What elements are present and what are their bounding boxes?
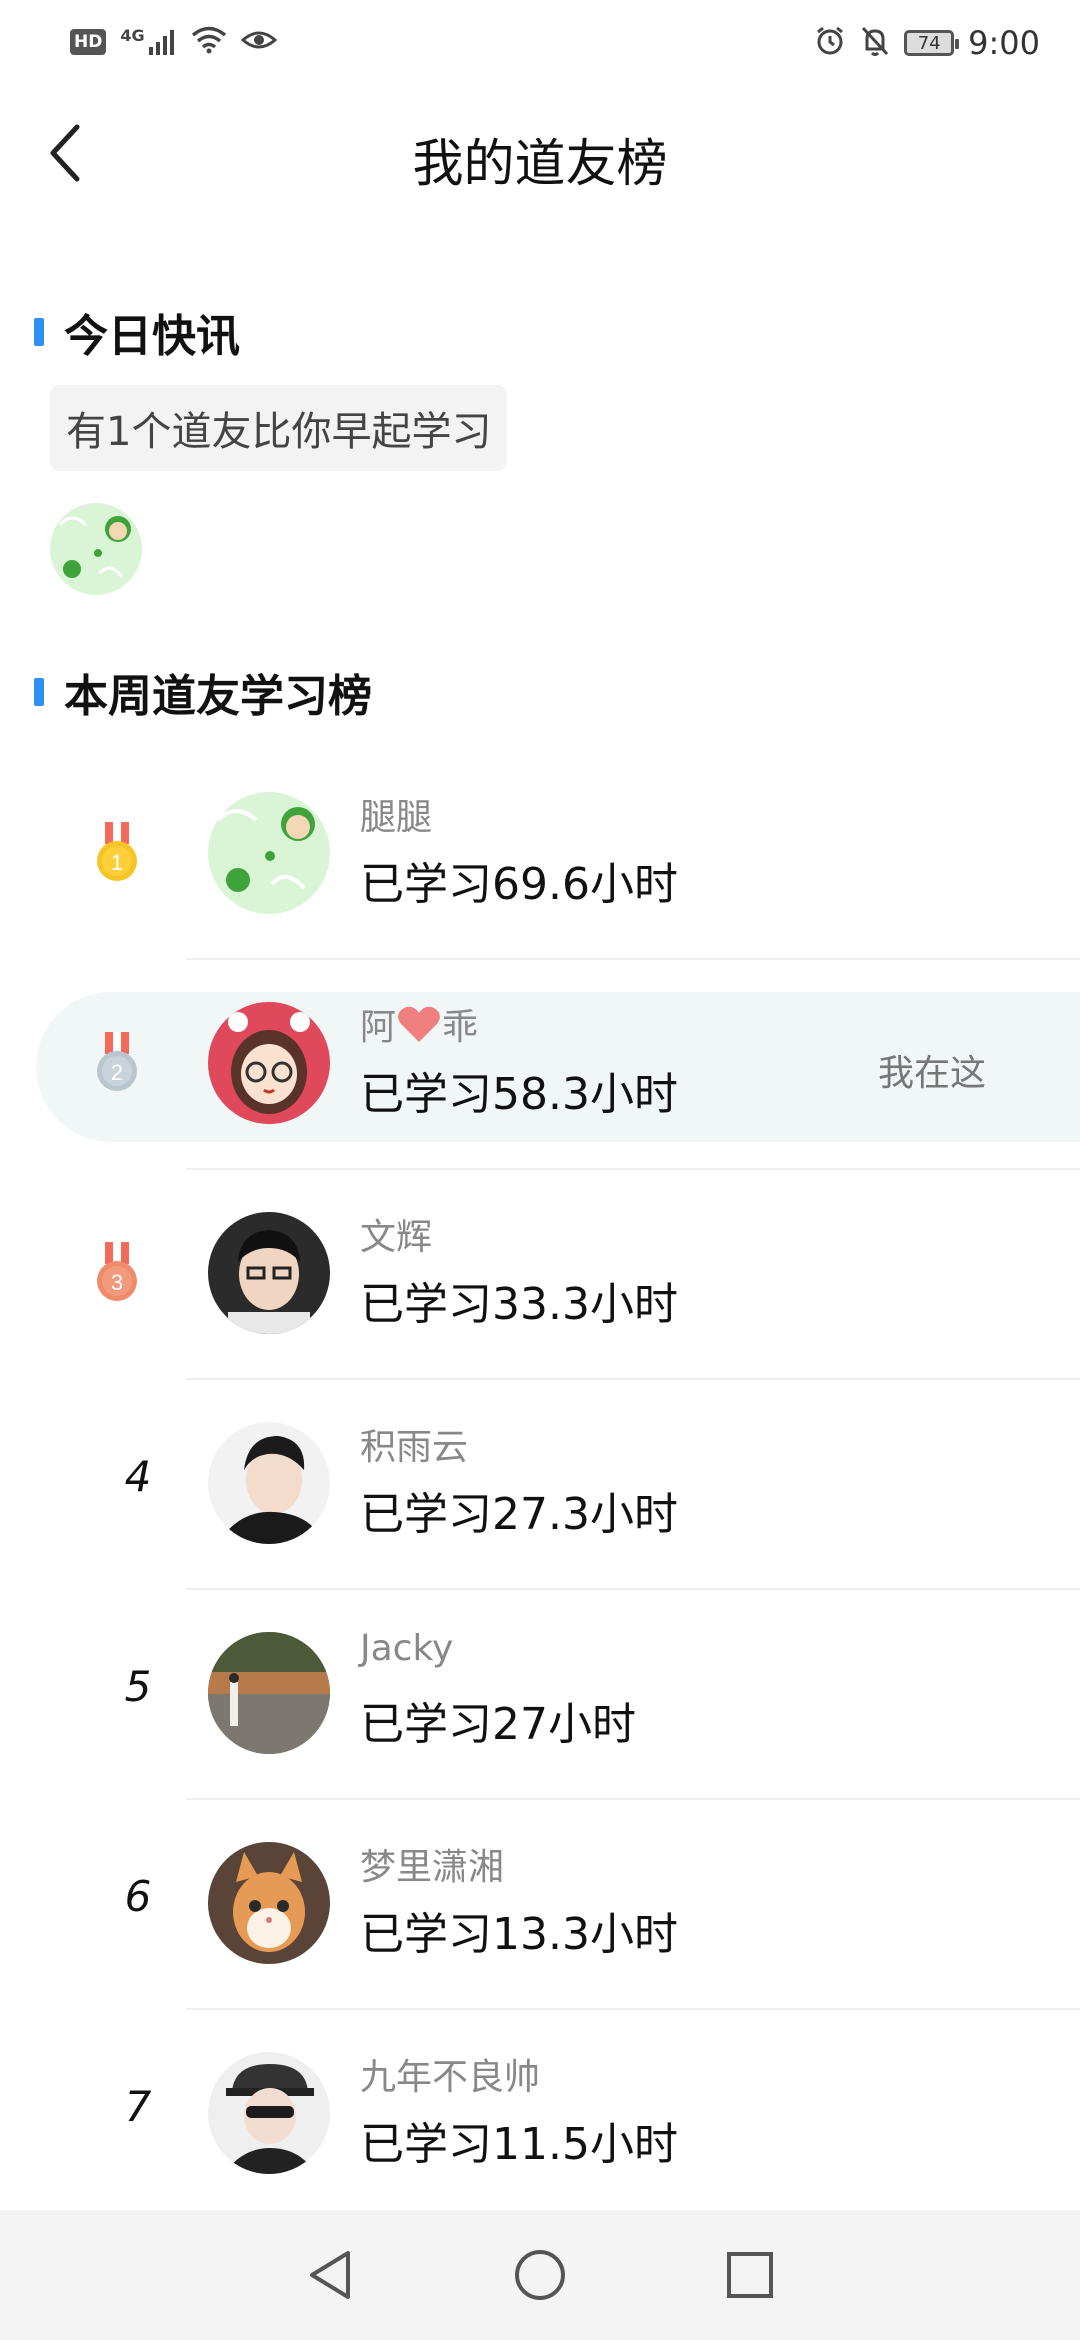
rank-number: 6 xyxy=(124,1872,152,1921)
list-item[interactable]: 5 Jacky 已学习27小时 xyxy=(0,1590,1080,1800)
study-time: 已学习27小时 xyxy=(360,1699,636,1750)
section-accent-bar xyxy=(34,678,44,706)
eye-icon xyxy=(240,26,277,58)
rank-number: 4 xyxy=(124,1452,152,1501)
header: 我的道友榜 xyxy=(0,100,1080,210)
study-time: 已学习11.5小时 xyxy=(360,2119,678,2170)
square-recent-icon xyxy=(727,2252,773,2298)
study-time: 已学习33.3小时 xyxy=(360,1279,678,1330)
page-title: 我的道友榜 xyxy=(412,135,668,194)
nav-home-button[interactable] xyxy=(510,2245,570,2305)
avatar[interactable] xyxy=(208,1002,330,1124)
medal-rank: 2 xyxy=(111,1060,123,1085)
medal-rank: 3 xyxy=(111,1270,123,1295)
user-name-prefix: 阿 xyxy=(360,1007,397,1048)
silver-medal-icon: 2 xyxy=(97,1032,137,1091)
list-item[interactable]: 1 腿腿 已学习69.6小时 xyxy=(0,750,1080,960)
battery-icon: 74 xyxy=(904,30,960,56)
news-section-title: 今日快讯 xyxy=(34,300,240,364)
avatar[interactable] xyxy=(208,1842,330,1964)
wifi-icon xyxy=(191,26,227,58)
hd-badge: HD xyxy=(70,29,107,55)
list-item[interactable]: 3 文辉 已学习33.3小时 xyxy=(0,1170,1080,1380)
study-time: 已学习13.3小时 xyxy=(360,1909,678,1960)
bronze-medal-icon: 3 xyxy=(97,1242,137,1301)
alarm-icon xyxy=(814,25,846,61)
user-name: 腿腿 xyxy=(360,797,433,838)
user-name: 积雨云 xyxy=(360,1427,469,1468)
avatar[interactable] xyxy=(208,2052,330,2174)
user-name: 九年不良帅 xyxy=(360,2057,541,2098)
rank-number: 5 xyxy=(124,1662,152,1711)
avatar[interactable] xyxy=(208,1212,330,1334)
rank-number: 7 xyxy=(124,2082,152,2131)
news-message: 有1个道友比你早起学习 xyxy=(50,385,508,471)
ranking-section-title: 本周道友学习榜 xyxy=(34,660,372,724)
signal-icon: 4G xyxy=(120,26,176,55)
status-bar: HD 4G 74 9:00 xyxy=(0,0,1080,90)
system-nav-bar xyxy=(0,2210,1080,2340)
mute-bell-icon xyxy=(860,25,890,61)
study-time: 已学习27.3小时 xyxy=(360,1489,678,1540)
avatar[interactable] xyxy=(208,1632,330,1754)
list-item[interactable]: 7 九年不良帅 已学习11.5小时 xyxy=(0,2010,1080,2220)
triangle-back-icon xyxy=(310,2251,350,2299)
list-item[interactable]: 4 积雨云 已学习27.3小时 xyxy=(0,1380,1080,1590)
nav-back-button[interactable] xyxy=(300,2245,360,2305)
heart-icon xyxy=(398,1006,440,1042)
network-label: 4G xyxy=(120,26,145,45)
user-name: Jacky xyxy=(360,1628,454,1669)
user-name: 梦里潇湘 xyxy=(360,1847,505,1888)
user-name: 阿 乖 xyxy=(360,998,478,1050)
me-label: 我在这 xyxy=(877,1053,986,1094)
list-item[interactable]: 6 梦里潇湘 已学习13.3小时 xyxy=(0,1800,1080,2010)
medal-rank: 1 xyxy=(111,850,123,875)
gold-medal-icon: 1 xyxy=(97,822,137,881)
clock: 9:00 xyxy=(968,24,1040,62)
list-item-me[interactable]: 2 阿 乖 已学习58.3小时 我在这 xyxy=(0,960,1080,1170)
avatar[interactable] xyxy=(208,1422,330,1544)
study-time: 已学习58.3小时 xyxy=(360,1069,678,1120)
circle-home-icon xyxy=(515,2250,565,2300)
nav-recent-button[interactable] xyxy=(720,2245,780,2305)
user-name-suffix: 乖 xyxy=(442,1007,479,1048)
news-avatar[interactable] xyxy=(50,503,142,595)
section-accent-bar xyxy=(34,318,44,346)
study-time: 已学习69.6小时 xyxy=(360,859,678,910)
avatar[interactable] xyxy=(208,792,330,914)
user-name: 文辉 xyxy=(360,1217,433,1258)
